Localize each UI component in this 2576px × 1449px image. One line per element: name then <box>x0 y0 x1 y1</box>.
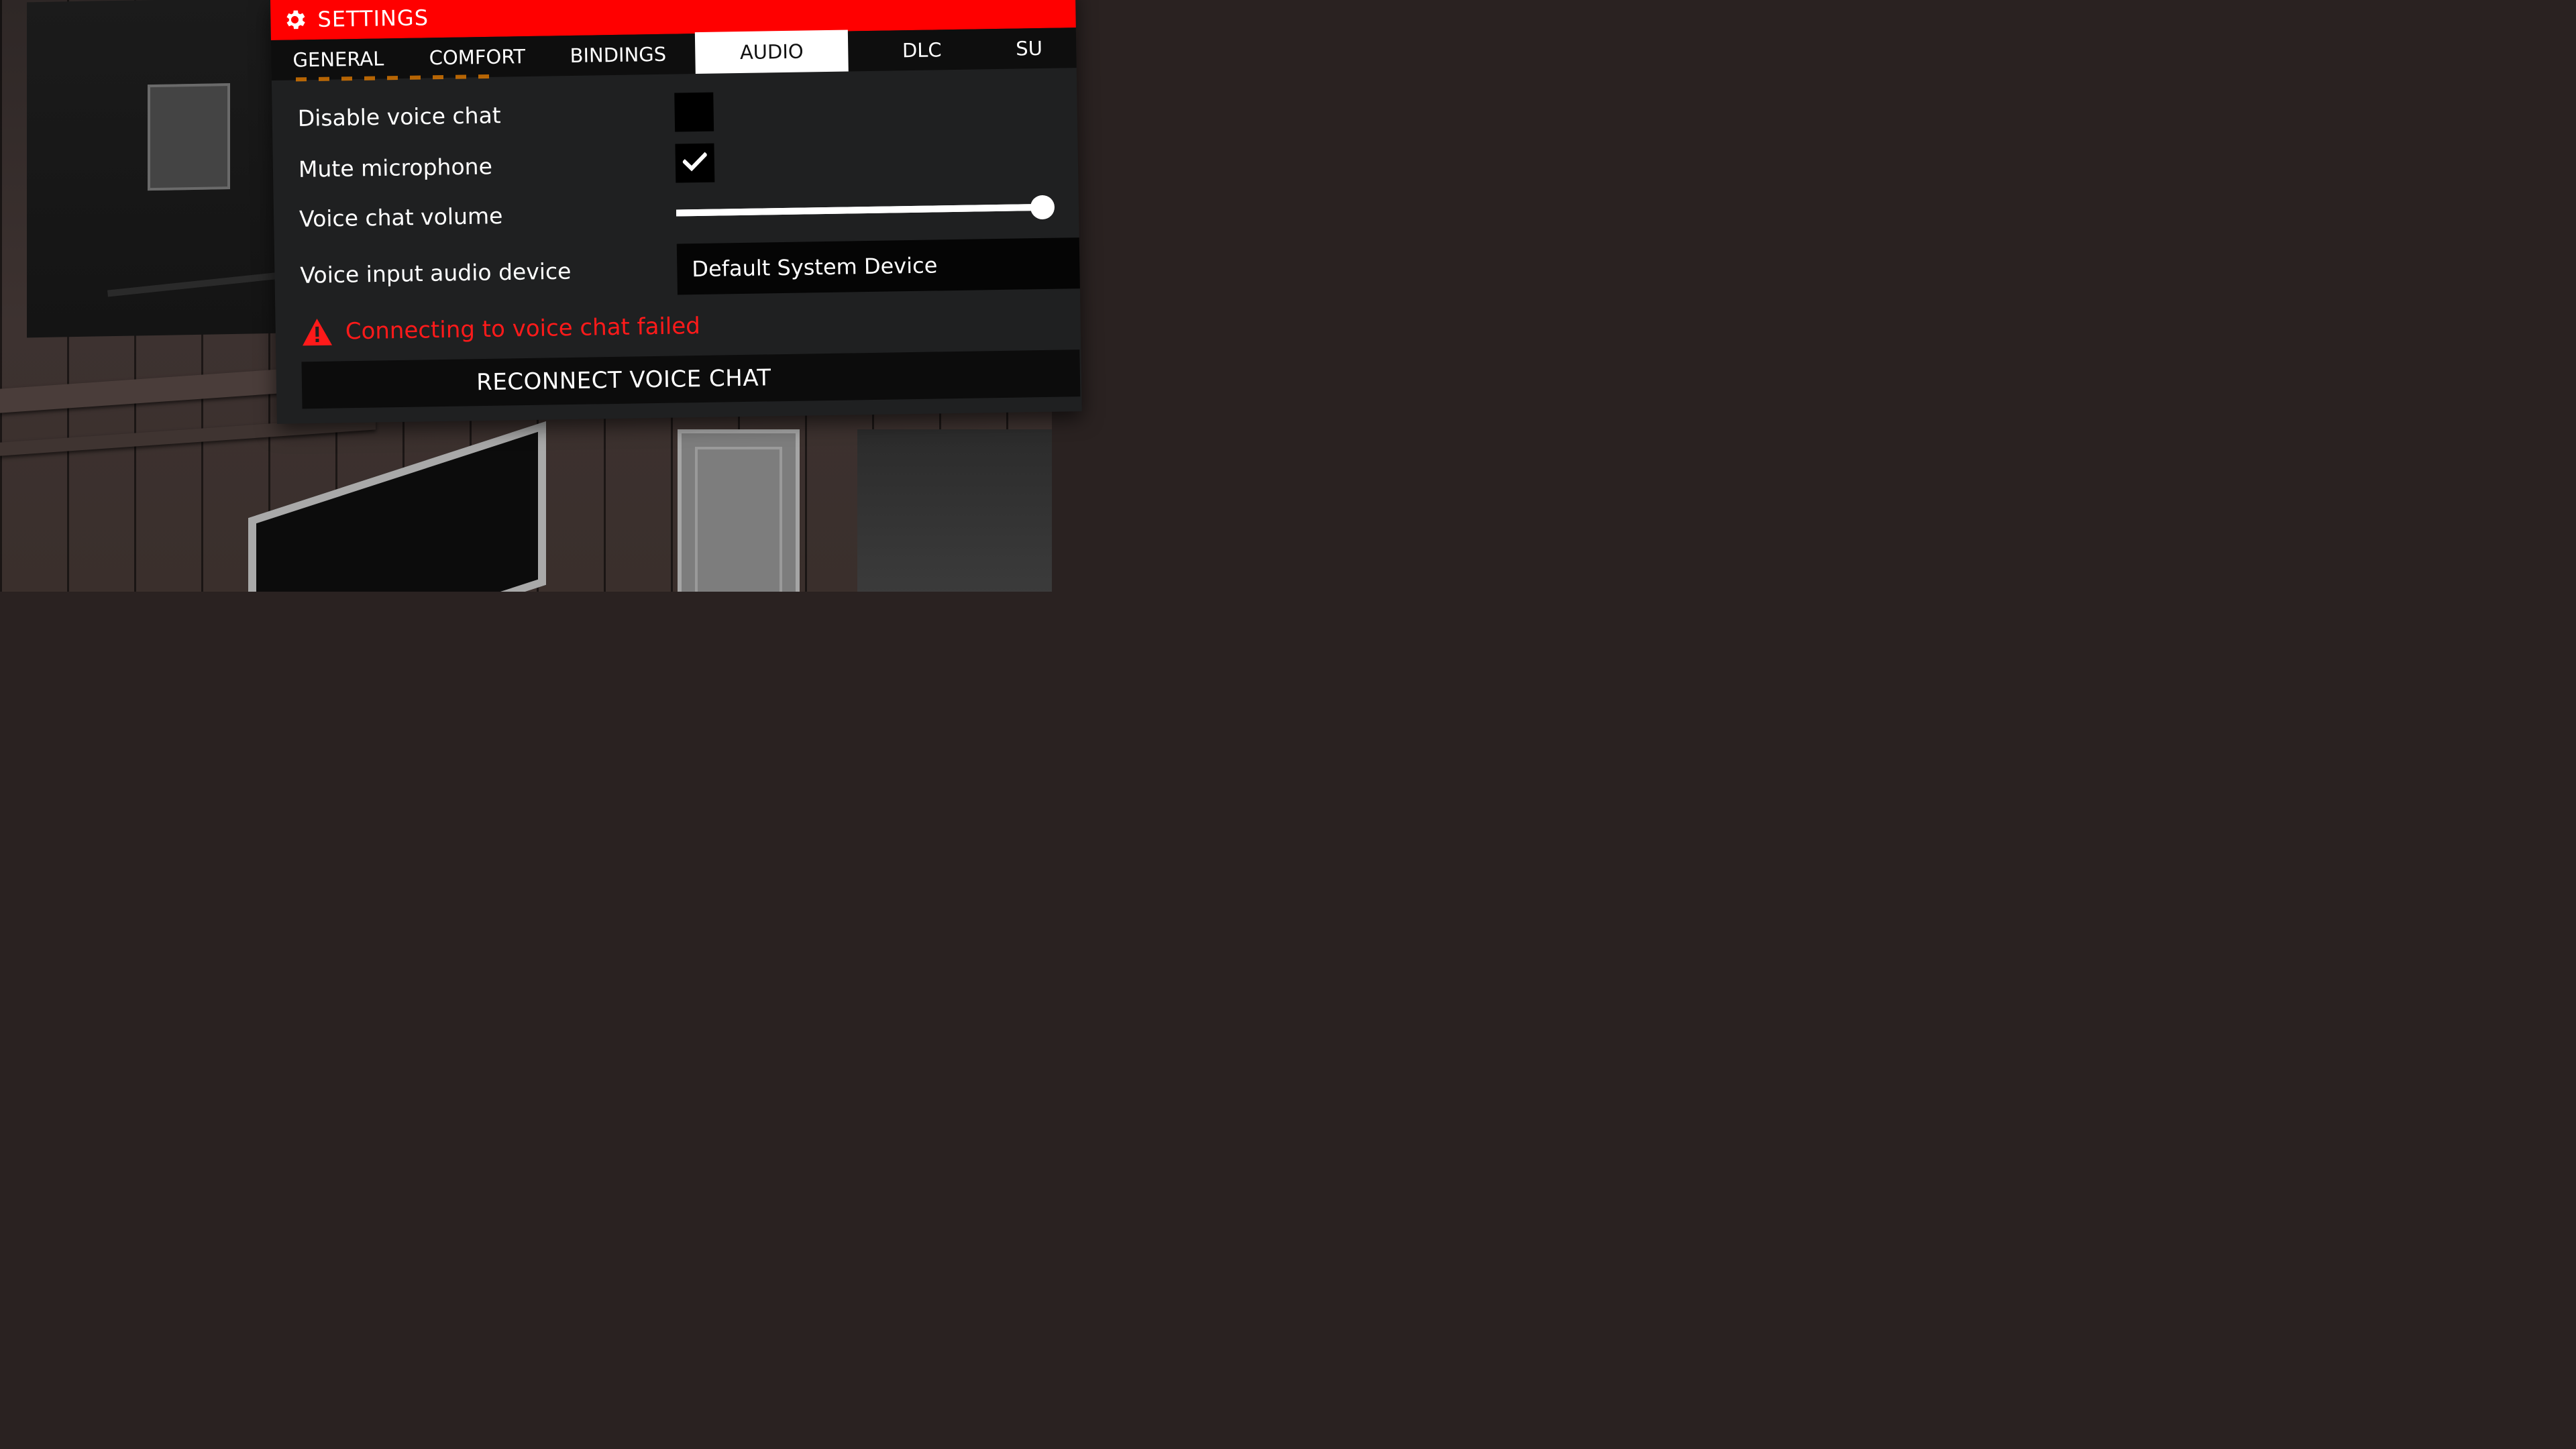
slider-fill <box>676 203 1043 217</box>
tab-label: AUDIO <box>739 40 804 64</box>
setting-label: Mute microphone <box>298 153 493 182</box>
yard-area <box>857 429 1052 592</box>
tab-label: DLC <box>902 38 942 62</box>
setting-label: Voice chat volume <box>299 203 503 232</box>
tab-dlc[interactable]: DLC <box>875 30 969 71</box>
tab-general[interactable]: GENERAL <box>284 38 392 80</box>
voice-volume-slider[interactable] <box>676 194 1055 227</box>
dark-structure <box>27 0 282 338</box>
door <box>678 429 800 592</box>
tab-label: COMFORT <box>429 45 526 70</box>
reconnect-voice-chat-button[interactable]: RECONNECT VOICE CHAT <box>301 350 1081 409</box>
disable-voice-chat-checkbox[interactable] <box>674 92 714 132</box>
voice-chat-error: Connecting to voice chat failed <box>275 300 1081 353</box>
input-device-dropdown[interactable]: Default System Device <box>676 237 1080 295</box>
gear-icon <box>281 6 309 34</box>
setting-label: Disable voice chat <box>297 102 501 131</box>
tab-label: SU <box>1016 36 1043 60</box>
setting-row-disable-voice-chat: Disable voice chat <box>272 83 1077 142</box>
structure-window <box>148 83 230 191</box>
warning-icon <box>301 317 333 347</box>
tab-audio[interactable]: AUDIO <box>694 30 849 74</box>
tab-support[interactable]: SU <box>1016 28 1070 68</box>
mute-microphone-checkbox[interactable] <box>675 143 715 183</box>
slider-handle[interactable] <box>1030 195 1055 220</box>
button-label: RECONNECT VOICE CHAT <box>476 364 771 396</box>
panel-title: SETTINGS <box>317 5 429 32</box>
setting-row-mute-microphone: Mute microphone <box>272 133 1078 193</box>
structure-ledge <box>107 272 282 297</box>
setting-row-input-device: Voice input audio device Default System … <box>274 237 1080 299</box>
tab-comfort[interactable]: COMFORT <box>420 36 535 78</box>
tab-label: BINDINGS <box>570 42 667 67</box>
tab-bindings[interactable]: BINDINGS <box>561 34 676 76</box>
tab-label: GENERAL <box>292 47 384 72</box>
setting-label: Voice input audio device <box>300 258 572 288</box>
settings-panel: SETTINGS GENERAL COMFORT BINDINGS AUDIO … <box>270 0 1082 424</box>
checkmark-icon <box>682 152 708 175</box>
dropdown-value: Default System Device <box>692 252 938 282</box>
setting-row-voice-volume: Voice chat volume <box>274 183 1079 243</box>
error-message: Connecting to voice chat failed <box>345 312 701 345</box>
